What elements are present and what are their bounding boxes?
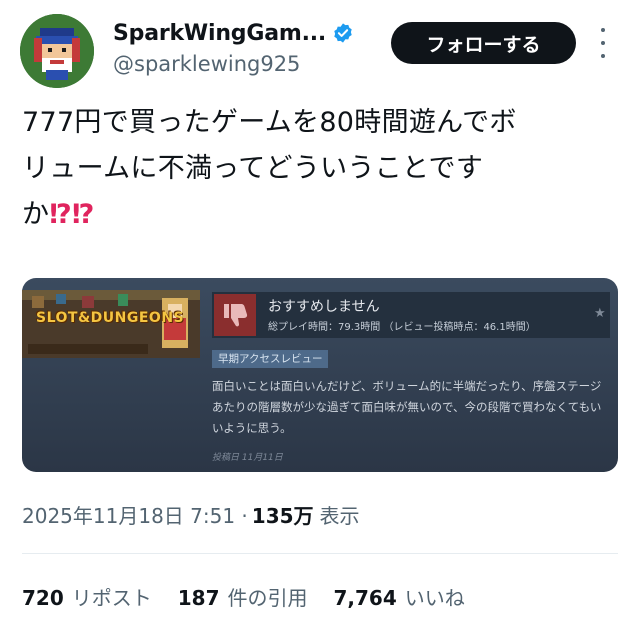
quotes-label[interactable]: 件の引用 [228, 582, 308, 611]
quotes-count[interactable]: 187 [178, 586, 220, 610]
engagement-stats: 720 リポスト 187 件の引用 7,764 いいね [22, 582, 491, 611]
tweet-text: 777円で買ったゲームを80時間遊んでボ リュームに不満ってどういうことです か… [22, 100, 602, 238]
reposts-count[interactable]: 720 [22, 586, 64, 610]
likes-label[interactable]: いいね [405, 582, 465, 611]
early-access-badge: 早期アクセスレビュー [212, 350, 329, 368]
tweet-line-2: リュームに不満ってどういうことです [22, 153, 484, 184]
review-posted-date: 投稿日 11月11日 [212, 453, 283, 463]
tweet-line-3: か⁉⁉ [22, 199, 95, 230]
review-body: 面白いことは面白いんだけど、ボリューム的に半端だったり、序盤ステージあたりの階層… [212, 379, 602, 435]
author-handle[interactable]: @sparklewing925 [113, 52, 300, 76]
tweet-timestamp[interactable]: 2025年11月18日 7:51 · [22, 500, 248, 529]
views-count: 135万 [251, 504, 314, 528]
pixel-character-avatar-icon [20, 14, 94, 88]
reposts-label[interactable]: リポスト [72, 582, 152, 611]
award-star-icon: ★ [594, 306, 606, 321]
more-options-icon[interactable] [596, 28, 610, 58]
game-title-logo: SLOT&DUNGEONS [36, 310, 185, 326]
tweet-line-1: 777円で買ったゲームを80時間遊んでボ [22, 107, 517, 138]
review-play-hours: 総プレイ時間：79.3時間 （レビュー投稿時点：46.1時間） [268, 322, 536, 333]
divider [22, 553, 618, 554]
verified-badge-icon [334, 23, 352, 43]
author-display-name[interactable]: SparkWingGam... [113, 21, 326, 46]
exclamation-question-emoji-icon: ⁉⁉ [49, 199, 95, 230]
review-screenshot-image[interactable]: SLOT&DUNGEONS おすすめしません 総プレイ時間：79.3時間 （レビ… [22, 278, 618, 472]
likes-count[interactable]: 7,764 [334, 586, 397, 610]
avatar[interactable] [20, 14, 94, 88]
follow-button[interactable]: フォローする [391, 22, 576, 64]
author-name-row[interactable]: SparkWingGam... [113, 18, 354, 48]
tweet-meta: 2025年11月18日 7:51 · 135万 表示 [22, 500, 360, 529]
thumbs-down-icon [214, 294, 256, 336]
review-verdict: おすすめしません [268, 299, 380, 315]
views-label: 表示 [319, 504, 360, 528]
